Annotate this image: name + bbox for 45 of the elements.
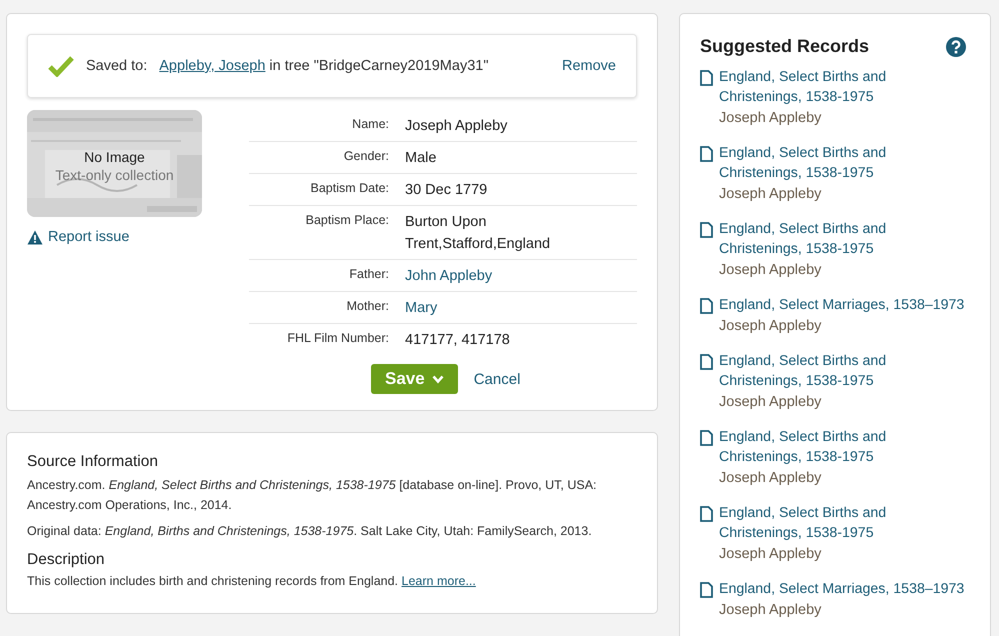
record-link[interactable]: England, Select Births and Christenings, 1538-1975 bbox=[719, 351, 970, 391]
field-value: 30 Dec 1779 bbox=[405, 181, 488, 200]
record-link[interactable]: England, Select Births and Christenings, 1538-1975 bbox=[719, 503, 970, 543]
original-data-text: Original data: England, Births and Christenings, 1538-1975. Salt Lake City, Utah: FamilySearch, 2013. bbox=[27, 523, 593, 540]
report-issue-link[interactable]: Report issue bbox=[27, 229, 130, 245]
field-label: Baptism Date: bbox=[309, 180, 389, 197]
record-link[interactable]: England, Select Marriages, 1538–1973 bbox=[719, 579, 970, 599]
record-person: Joseph Appleby bbox=[719, 601, 822, 620]
learn-more-link[interactable]: Learn more... bbox=[402, 574, 476, 588]
record-person: Joseph Appleby bbox=[719, 545, 822, 564]
record-person: Joseph Appleby bbox=[719, 109, 822, 128]
field-label: Name: bbox=[351, 116, 389, 133]
description-heading: Description bbox=[27, 551, 106, 569]
record-person: Joseph Appleby bbox=[719, 185, 822, 204]
no-image-label: No Image bbox=[84, 148, 145, 164]
field-label: Gender: bbox=[342, 148, 389, 165]
tree-text: in tree "BridgeCarney2019May31" bbox=[269, 58, 488, 74]
record-person: Joseph Appleby bbox=[719, 261, 822, 280]
field-value: Joseph Appleby bbox=[405, 117, 508, 136]
cancel-link[interactable]: Cancel bbox=[474, 370, 520, 388]
field-link[interactable]: John Appleby bbox=[405, 265, 585, 287]
record-link[interactable]: England, Select Births and Christenings, 1538-1975 bbox=[719, 219, 970, 259]
record-person: Joseph Appleby bbox=[719, 393, 822, 412]
citation-text: Ancestry.com. England, Select Births and Christenings, 1538-1975 [database on-line]. Provo, UT, USA: Ancestry.com Operations, Inc., 2014. bbox=[27, 477, 598, 514]
field-label: Baptism Place: bbox=[304, 212, 389, 229]
panel-title: Suggested Records bbox=[700, 36, 870, 57]
record-link[interactable]: England, Select Births and Christenings, 1538-1975 bbox=[719, 67, 970, 107]
field-value: Burton Upon Trent,Stafford,England bbox=[405, 213, 552, 254]
field-value: 417177, 417178 bbox=[405, 331, 511, 350]
person-link[interactable]: Appleby, Joseph bbox=[159, 58, 266, 74]
record-link[interactable]: England, Select Births and Christenings, 1538-1975 bbox=[719, 143, 970, 183]
field-value: Male bbox=[405, 149, 438, 168]
field-link[interactable]: Mary bbox=[405, 297, 585, 319]
text-only-label: Text-only collection bbox=[55, 166, 174, 182]
saved-label: Saved to: bbox=[86, 58, 148, 74]
field-label: Mother: bbox=[346, 298, 389, 315]
record-link[interactable]: England, Select Marriages, 1538–1973 bbox=[719, 295, 970, 315]
field-label: FHL Film Number: bbox=[286, 330, 389, 347]
remove-link[interactable]: Remove bbox=[562, 58, 616, 74]
description-text: This collection includes birth and christening records from England. bbox=[27, 574, 398, 588]
record-person: Joseph Appleby bbox=[719, 469, 822, 488]
field-label: Father: bbox=[348, 266, 389, 283]
record-link[interactable]: England, Select Births and Christenings, 1538-1975 bbox=[719, 427, 970, 467]
source-heading: Source Information bbox=[27, 453, 159, 471]
record-person: Joseph Appleby bbox=[719, 317, 822, 336]
